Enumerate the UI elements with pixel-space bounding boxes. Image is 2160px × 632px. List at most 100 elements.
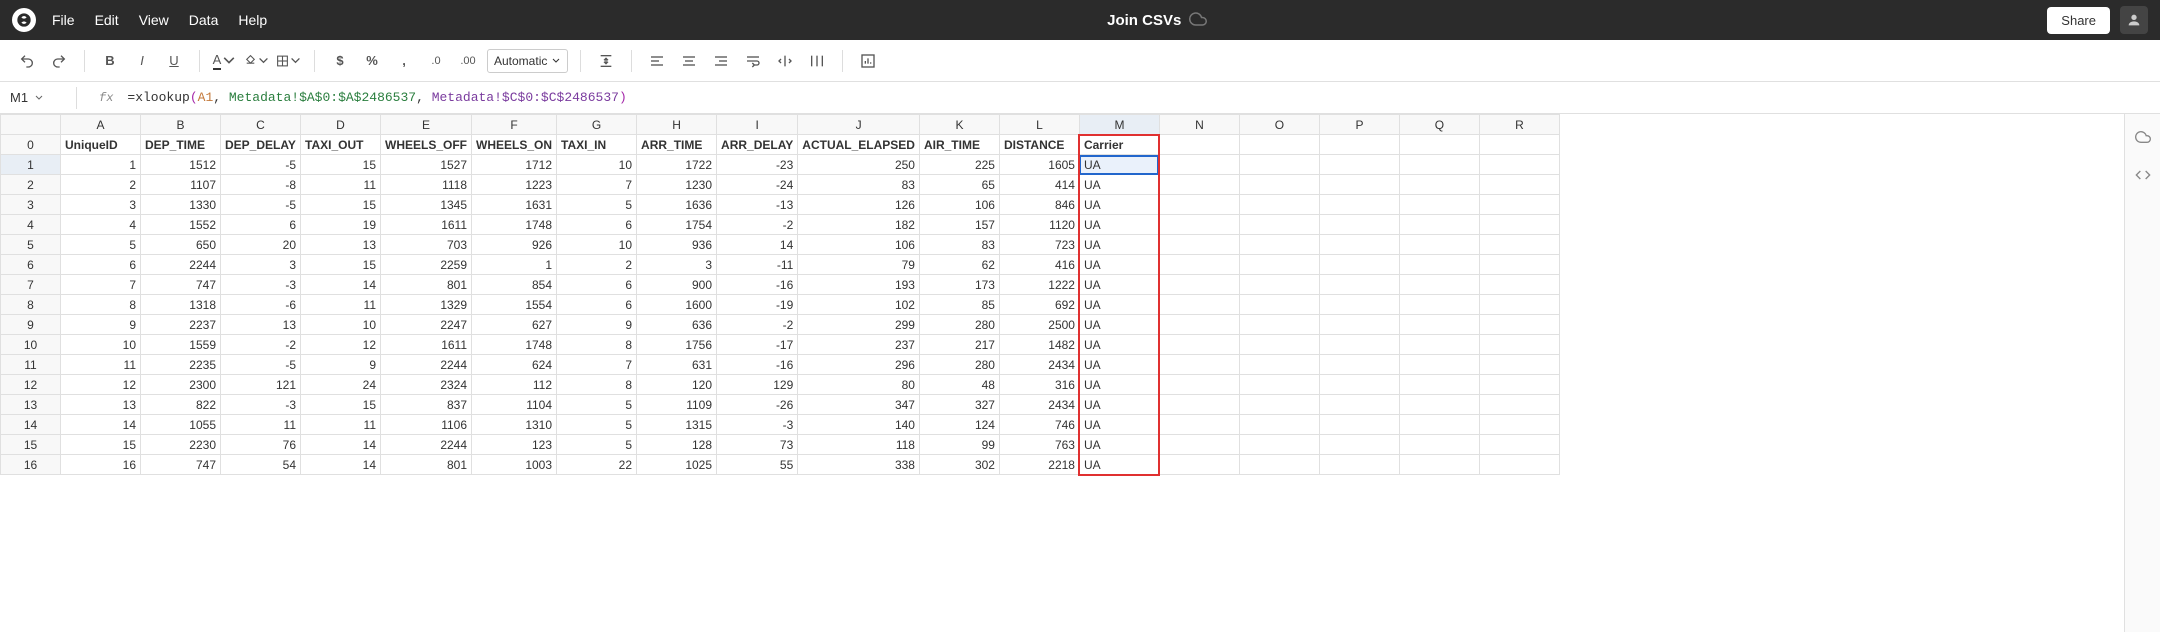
column-header[interactable]: D <box>301 115 381 135</box>
cell[interactable]: -11 <box>717 255 798 275</box>
cell[interactable] <box>1479 275 1559 295</box>
cell[interactable]: 8 <box>61 295 141 315</box>
cell[interactable]: 10 <box>557 155 637 175</box>
cell[interactable] <box>1319 355 1399 375</box>
cell[interactable]: 12 <box>301 335 381 355</box>
cell[interactable]: 106 <box>798 235 920 255</box>
column-header[interactable]: L <box>999 115 1079 135</box>
cell[interactable]: 48 <box>919 375 999 395</box>
cell[interactable]: 763 <box>999 435 1079 455</box>
cell[interactable]: WHEELS_OFF <box>381 135 472 155</box>
cell[interactable]: 1552 <box>141 215 221 235</box>
cell[interactable]: 237 <box>798 335 920 355</box>
row-header[interactable]: 12 <box>1 375 61 395</box>
column-header[interactable]: Q <box>1399 115 1479 135</box>
cell[interactable]: 106 <box>919 195 999 215</box>
cell[interactable]: 837 <box>381 395 472 415</box>
column-header[interactable]: N <box>1159 115 1239 135</box>
row-header[interactable]: 5 <box>1 235 61 255</box>
cell[interactable]: 1107 <box>141 175 221 195</box>
cell[interactable]: 20 <box>221 235 301 255</box>
spreadsheet-grid[interactable]: ABCDEFGHIJKLMNOPQR 0UniqueIDDEP_TIMEDEP_… <box>0 114 1560 475</box>
cell[interactable]: 15 <box>301 195 381 215</box>
cell[interactable]: 129 <box>717 375 798 395</box>
column-header[interactable]: P <box>1319 115 1399 135</box>
cell[interactable]: 19 <box>301 215 381 235</box>
cell[interactable]: 3 <box>637 255 717 275</box>
cell[interactable]: 1315 <box>637 415 717 435</box>
cell[interactable]: 121 <box>221 375 301 395</box>
cell[interactable]: 54 <box>221 455 301 475</box>
undo-button[interactable] <box>14 48 40 74</box>
cell[interactable]: 1120 <box>999 215 1079 235</box>
cell[interactable]: 11 <box>301 415 381 435</box>
cell[interactable]: -2 <box>717 215 798 235</box>
cell[interactable]: 14 <box>301 275 381 295</box>
row-header[interactable]: 9 <box>1 315 61 335</box>
cell[interactable]: 65 <box>919 175 999 195</box>
cell[interactable]: -5 <box>221 355 301 375</box>
cell[interactable]: 124 <box>919 415 999 435</box>
cell[interactable]: UA <box>1079 235 1159 255</box>
column-header[interactable]: J <box>798 115 920 135</box>
cell[interactable]: 73 <box>717 435 798 455</box>
cell[interactable]: 9 <box>557 315 637 335</box>
cell[interactable]: 5 <box>557 415 637 435</box>
cell[interactable]: UA <box>1079 255 1159 275</box>
cell[interactable]: DEP_TIME <box>141 135 221 155</box>
code-panel-icon[interactable] <box>2132 164 2154 186</box>
cell[interactable]: 11 <box>301 175 381 195</box>
cell[interactable]: 2434 <box>999 355 1079 375</box>
cell[interactable]: 112 <box>472 375 557 395</box>
cell[interactable]: 327 <box>919 395 999 415</box>
cell[interactable]: 280 <box>919 355 999 375</box>
cell[interactable] <box>1159 355 1239 375</box>
cell[interactable] <box>1239 435 1319 455</box>
cell[interactable] <box>1479 315 1559 335</box>
cell[interactable]: 2244 <box>141 255 221 275</box>
cell[interactable]: 126 <box>798 195 920 215</box>
cell[interactable]: 650 <box>141 235 221 255</box>
cell[interactable] <box>1399 315 1479 335</box>
cell[interactable]: 2237 <box>141 315 221 335</box>
cell[interactable]: 1527 <box>381 155 472 175</box>
cell[interactable] <box>1159 315 1239 335</box>
cell[interactable]: 9 <box>301 355 381 375</box>
cell[interactable]: UA <box>1079 295 1159 315</box>
cell[interactable] <box>1239 295 1319 315</box>
cell[interactable]: 3 <box>61 195 141 215</box>
cell[interactable]: 1712 <box>472 155 557 175</box>
row-header[interactable]: 13 <box>1 395 61 415</box>
fill-color-button[interactable] <box>244 48 270 74</box>
align-right-button[interactable] <box>708 48 734 74</box>
align-center-button[interactable] <box>676 48 702 74</box>
borders-button[interactable] <box>276 48 302 74</box>
cell[interactable]: 1104 <box>472 395 557 415</box>
row-header[interactable]: 2 <box>1 175 61 195</box>
cell[interactable] <box>1399 435 1479 455</box>
cell[interactable]: 99 <box>919 435 999 455</box>
cloud-panel-icon[interactable] <box>2132 126 2154 148</box>
cell[interactable]: 2 <box>557 255 637 275</box>
cell[interactable] <box>1319 395 1399 415</box>
cell[interactable]: 11 <box>221 415 301 435</box>
cell[interactable]: TAXI_IN <box>557 135 637 155</box>
cell[interactable]: 302 <box>919 455 999 475</box>
cell[interactable]: DEP_DELAY <box>221 135 301 155</box>
cell[interactable]: TAXI_OUT <box>301 135 381 155</box>
cell[interactable]: 1025 <box>637 455 717 475</box>
menu-data[interactable]: Data <box>189 12 219 28</box>
cell[interactable]: 22 <box>557 455 637 475</box>
cell[interactable]: 157 <box>919 215 999 235</box>
cell[interactable]: 1055 <box>141 415 221 435</box>
cell[interactable] <box>1399 355 1479 375</box>
cell[interactable]: 5 <box>557 195 637 215</box>
cell[interactable]: 118 <box>798 435 920 455</box>
cell[interactable]: -3 <box>221 275 301 295</box>
cell[interactable]: Carrier <box>1079 135 1159 155</box>
cell[interactable] <box>1319 135 1399 155</box>
cell[interactable] <box>1239 315 1319 335</box>
app-logo[interactable] <box>12 8 36 32</box>
cell[interactable] <box>1319 335 1399 355</box>
cell[interactable]: 1512 <box>141 155 221 175</box>
